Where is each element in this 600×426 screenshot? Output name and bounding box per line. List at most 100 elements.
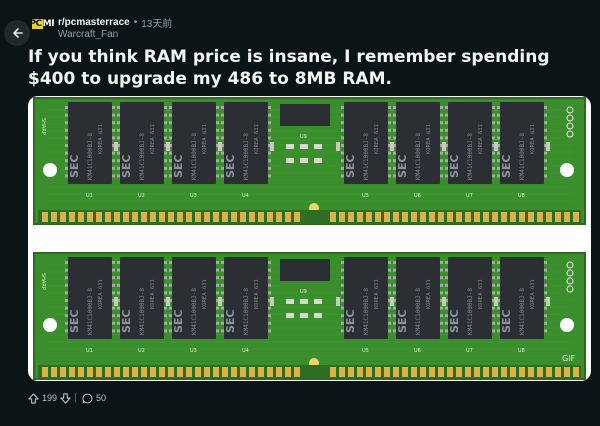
chip-origin: KOREA 631 — [530, 279, 536, 309]
chip-pin — [445, 306, 448, 310]
chip-pin — [445, 291, 448, 295]
chip-pin — [440, 276, 443, 280]
chip-pin — [544, 128, 547, 132]
chip-pin — [164, 291, 167, 295]
chip-pin — [112, 268, 115, 272]
gold-finger — [465, 212, 471, 222]
chip-pin — [112, 159, 115, 163]
chip-pin — [492, 151, 495, 155]
gold-finger — [267, 212, 273, 222]
chip-pin — [544, 159, 547, 163]
chip-pin — [388, 329, 391, 333]
chip-pin — [221, 106, 224, 109]
controller-chip — [280, 259, 330, 281]
upvote-icon[interactable] — [28, 392, 39, 404]
smd-component — [300, 299, 308, 304]
chip-pin — [544, 276, 547, 280]
chip-pin — [268, 113, 271, 117]
gold-finger — [141, 367, 147, 377]
chip-pin — [221, 306, 224, 310]
chip-pin — [117, 261, 120, 264]
chip-pin — [492, 261, 495, 264]
gold-finger — [132, 212, 138, 222]
chip-pin — [216, 306, 219, 310]
gold-finger — [402, 367, 408, 377]
comments-button[interactable]: 50 — [82, 393, 106, 404]
gold-finger — [168, 367, 174, 377]
chip-pin — [216, 291, 219, 295]
gold-finger — [195, 367, 201, 377]
chip-pin — [445, 268, 448, 272]
chip-pin — [221, 128, 224, 132]
downvote-icon[interactable] — [60, 392, 71, 404]
chip-pin — [388, 136, 391, 140]
capacitor — [218, 297, 222, 306]
subreddit-avatar[interactable]: PCMR — [32, 16, 54, 32]
capacitor — [546, 297, 550, 306]
actions-separator — [75, 393, 77, 403]
chip-pin — [445, 113, 448, 117]
chip-part: KM41C1000BJ-8 — [415, 133, 422, 180]
gold-finger — [357, 212, 363, 222]
chip-pin — [112, 261, 115, 264]
chip-pin — [221, 151, 224, 155]
chip-pin — [216, 136, 219, 140]
gold-finger — [69, 367, 75, 377]
post-image[interactable]: SHARP SEC KM41C1000BJ-8 KOREA 631 U1 SEC KM41C… — [28, 96, 591, 381]
chip-brand: SEC — [448, 309, 461, 333]
chip-pin — [440, 121, 443, 125]
chip-pin — [341, 306, 344, 310]
chip-pin — [492, 283, 495, 287]
chip-pin — [268, 151, 271, 155]
chip-pin — [544, 151, 547, 155]
chip-ref: U4 — [242, 348, 249, 354]
gold-finger — [555, 212, 561, 222]
chip-pin — [497, 128, 500, 132]
gold-finger — [42, 212, 48, 222]
vote-group: 199 — [28, 392, 71, 404]
chip-pin — [445, 261, 448, 264]
gold-finger — [501, 212, 507, 222]
gif-badge: GIF — [562, 354, 576, 363]
chip-pin — [221, 291, 224, 295]
gold-finger — [519, 367, 525, 377]
chip-pin — [268, 291, 271, 295]
capacitor — [390, 142, 394, 151]
subreddit-name[interactable]: r/pcmasterrace — [58, 17, 130, 28]
chip-pin — [65, 261, 68, 264]
chip-pin — [388, 321, 391, 325]
chip-pin — [169, 136, 172, 140]
chip-origin: KOREA 631 — [150, 279, 156, 309]
chip-pin — [268, 174, 271, 178]
gold-finger — [240, 367, 246, 377]
gold-finger — [141, 212, 147, 222]
gold-finger — [573, 367, 579, 377]
capacitor — [114, 142, 118, 151]
gold-finger — [402, 212, 408, 222]
chip-pin — [497, 283, 500, 287]
chip-pin — [388, 151, 391, 155]
chip-pin — [216, 329, 219, 333]
gold-finger — [348, 367, 354, 377]
capacitor — [442, 142, 446, 151]
chip-pin — [544, 261, 547, 264]
gold-finger — [78, 212, 84, 222]
back-button[interactable] — [4, 20, 30, 46]
gold-finger — [330, 367, 336, 377]
gold-finger — [564, 212, 570, 222]
chip-pin — [440, 291, 443, 295]
post-author[interactable]: Warcraft_Fan — [58, 29, 118, 40]
chip-pin — [221, 276, 224, 280]
gold-finger — [456, 212, 462, 222]
chip-pin — [445, 283, 448, 287]
chip-pin — [341, 144, 344, 147]
chip-pin — [440, 306, 443, 310]
gold-finger — [510, 212, 516, 222]
module-label: SHARP — [40, 118, 46, 135]
chip-pin — [268, 321, 271, 325]
chip-pin — [544, 321, 547, 325]
gold-finger — [447, 212, 453, 222]
chip-pin — [388, 113, 391, 117]
chip-origin: KOREA 631 — [202, 124, 208, 154]
chip-pin — [440, 314, 443, 318]
